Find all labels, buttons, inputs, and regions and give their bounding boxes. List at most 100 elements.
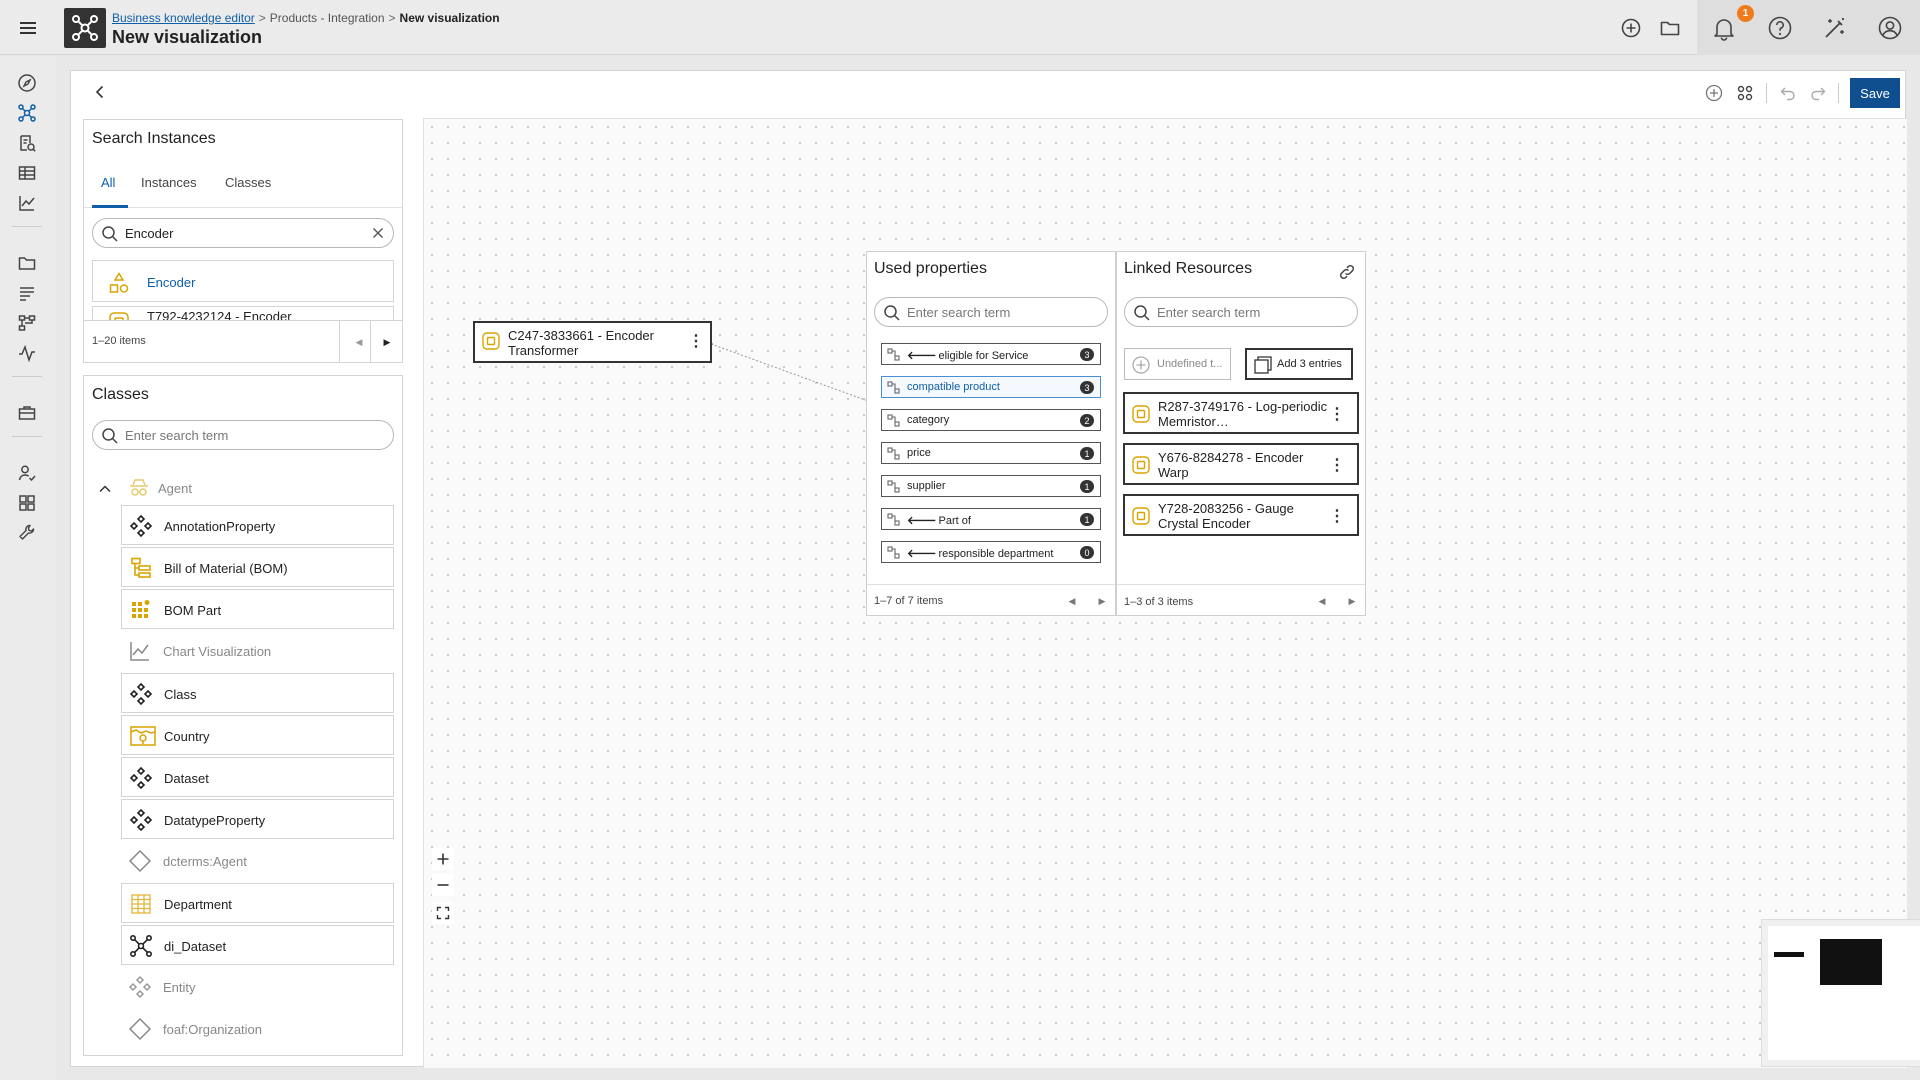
property-label: 🡐 eligible for Service (907, 348, 1028, 362)
class-item-label: DatatypeProperty (164, 813, 266, 828)
previous-page-icon[interactable]: ◀ (1311, 590, 1333, 612)
pager-divider (370, 321, 371, 363)
class-group-agent[interactable]: Agent (92, 471, 394, 505)
class-item-annotationproperty[interactable]: AnnotationProperty (121, 505, 394, 545)
compass-icon[interactable] (16, 72, 38, 94)
property-search-input[interactable] (907, 302, 1097, 322)
line-chart-icon[interactable] (16, 192, 38, 214)
property-item-part-of[interactable]: 🡐 Part of 1 (881, 508, 1101, 530)
bell-icon[interactable] (1710, 14, 1738, 42)
user-check-icon[interactable] (16, 462, 38, 484)
add-entries-button[interactable]: Add 3 entries (1245, 348, 1353, 380)
class-item-department[interactable]: Department (121, 883, 394, 923)
linked-resource-item[interactable]: R287-3749176 - Log-periodic Memristor… ⋮ (1123, 392, 1359, 434)
classes-panel: Classes Agent AnnotationProperty Bill of… (83, 375, 403, 1056)
property-item-eligible-for-service[interactable]: 🡐 eligible for Service 3 (881, 343, 1101, 365)
link-icon[interactable] (1337, 262, 1357, 282)
data-search-icon[interactable] (16, 132, 38, 154)
property-item-compatible-product[interactable]: compatible product 3 (881, 376, 1101, 398)
class-item-chart-visualization[interactable]: Chart Visualization (121, 631, 394, 671)
linked-resource-item[interactable]: Y728-2083256 - Gauge Crystal Encoder ⋮ (1123, 494, 1359, 536)
property-search-box (874, 297, 1108, 327)
previous-page-icon[interactable]: ◀ (348, 331, 370, 353)
undo-icon[interactable] (1776, 81, 1800, 105)
property-icon (887, 513, 900, 526)
dashboard-icon[interactable] (16, 492, 38, 514)
table-icon[interactable] (16, 162, 38, 184)
chevron-up-icon[interactable] (98, 482, 112, 496)
activity-icon[interactable] (16, 342, 38, 364)
kebab-menu-icon[interactable]: ⋮ (688, 333, 704, 351)
property-item-supplier[interactable]: supplier 1 (881, 475, 1101, 497)
briefcase-icon[interactable] (16, 402, 38, 424)
resource-search-input[interactable] (1157, 302, 1347, 322)
hamburger-menu-icon[interactable] (16, 16, 40, 40)
save-button[interactable]: Save (1850, 78, 1900, 108)
fit-to-screen-icon[interactable] (432, 902, 454, 924)
search-result-label: Encoder (147, 275, 196, 290)
user-account-icon[interactable] (1876, 14, 1904, 42)
property-label-text: compatible product (907, 381, 1000, 393)
class-item-dcterms-agent[interactable]: dcterms:Agent (121, 841, 394, 881)
search-result-class[interactable]: Encoder (92, 260, 394, 302)
kebab-menu-icon[interactable]: ⋮ (1329, 404, 1345, 424)
properties-pager-label: 1–7 of 7 items (874, 595, 944, 607)
instance-search-input[interactable] (125, 223, 355, 243)
help-icon[interactable] (1766, 14, 1794, 42)
tab-instances[interactable]: Instances (141, 175, 197, 190)
zoom-in-icon[interactable] (432, 848, 454, 870)
zoom-out-icon[interactable] (432, 874, 454, 896)
class-search-input[interactable] (125, 425, 385, 445)
workflow-icon[interactable] (16, 312, 38, 334)
property-item-responsible-department[interactable]: 🡐 responsible department 0 (881, 541, 1101, 563)
graph-explorer-icon[interactable] (16, 102, 38, 124)
kebab-menu-icon[interactable]: ⋮ (1329, 506, 1345, 526)
next-page-icon[interactable]: ▶ (1091, 590, 1113, 612)
magic-wand-icon[interactable] (1821, 14, 1849, 42)
country-map-icon (130, 726, 156, 746)
class-item-di-dataset[interactable]: di_Dataset (121, 925, 394, 965)
class-item-dataset[interactable]: Dataset (121, 757, 394, 797)
class-item-bom-part[interactable]: BOM Part (121, 589, 394, 629)
folder-icon[interactable] (1656, 14, 1684, 42)
class-item-datatypeproperty[interactable]: DatatypeProperty (121, 799, 394, 839)
app-logo[interactable] (64, 8, 106, 48)
back-arrow-icon[interactable] (89, 81, 111, 103)
search-result-instance[interactable]: T792-4232124 - Encoder (92, 306, 394, 320)
property-label: 🡐 responsible department (907, 546, 1053, 560)
tab-all[interactable]: All (101, 175, 115, 190)
class-item-label: AnnotationProperty (164, 519, 276, 534)
next-page-icon[interactable]: ▶ (1341, 590, 1363, 612)
property-item-price[interactable]: price 1 (881, 442, 1101, 464)
previous-page-icon[interactable]: ◀ (1061, 590, 1083, 612)
tab-classes[interactable]: Classes (225, 175, 271, 190)
property-count-badge: 3 (1080, 381, 1094, 394)
toolbar-divider (1766, 83, 1767, 103)
clear-icon[interactable] (371, 226, 385, 240)
linked-resource-item[interactable]: Y676-8284278 - Encoder Warp ⋮ (1123, 443, 1359, 485)
wrench-icon[interactable] (16, 522, 38, 544)
minimap[interactable] (1761, 919, 1920, 1067)
graph-canvas[interactable]: C247-3833661 - Encoder Transformer ⋮ Use… (423, 118, 1920, 1068)
add-circle-icon[interactable] (1617, 14, 1645, 42)
class-item-foaf-organization[interactable]: foaf:Organization (121, 1009, 394, 1049)
graph-node[interactable]: C247-3833661 - Encoder Transformer ⋮ (473, 321, 712, 363)
class-item-country[interactable]: Country (121, 715, 394, 755)
redo-icon[interactable] (1806, 81, 1830, 105)
property-item-category[interactable]: category 2 (881, 409, 1101, 431)
minimap-viewport (1768, 926, 1920, 1060)
chart-line-icon (130, 642, 149, 661)
next-page-icon[interactable]: ▶ (376, 331, 398, 353)
layout-grid-icon[interactable] (1733, 81, 1757, 105)
class-item-bill-of-material[interactable]: Bill of Material (BOM) (121, 547, 394, 587)
add-node-icon[interactable] (1702, 81, 1726, 105)
add-undefined-button[interactable]: Undefined t... (1124, 348, 1231, 380)
class-item-class[interactable]: Class (121, 673, 394, 713)
folder-icon[interactable] (16, 252, 38, 274)
class-item-label: Bill of Material (BOM) (164, 561, 288, 576)
class-item-entity[interactable]: Entity (121, 967, 394, 1007)
list-filter-icon[interactable] (16, 282, 38, 304)
kebab-menu-icon[interactable]: ⋮ (1329, 455, 1345, 475)
breadcrumb-root-link[interactable]: Business knowledge editor (112, 11, 255, 25)
property-icon (887, 546, 900, 559)
